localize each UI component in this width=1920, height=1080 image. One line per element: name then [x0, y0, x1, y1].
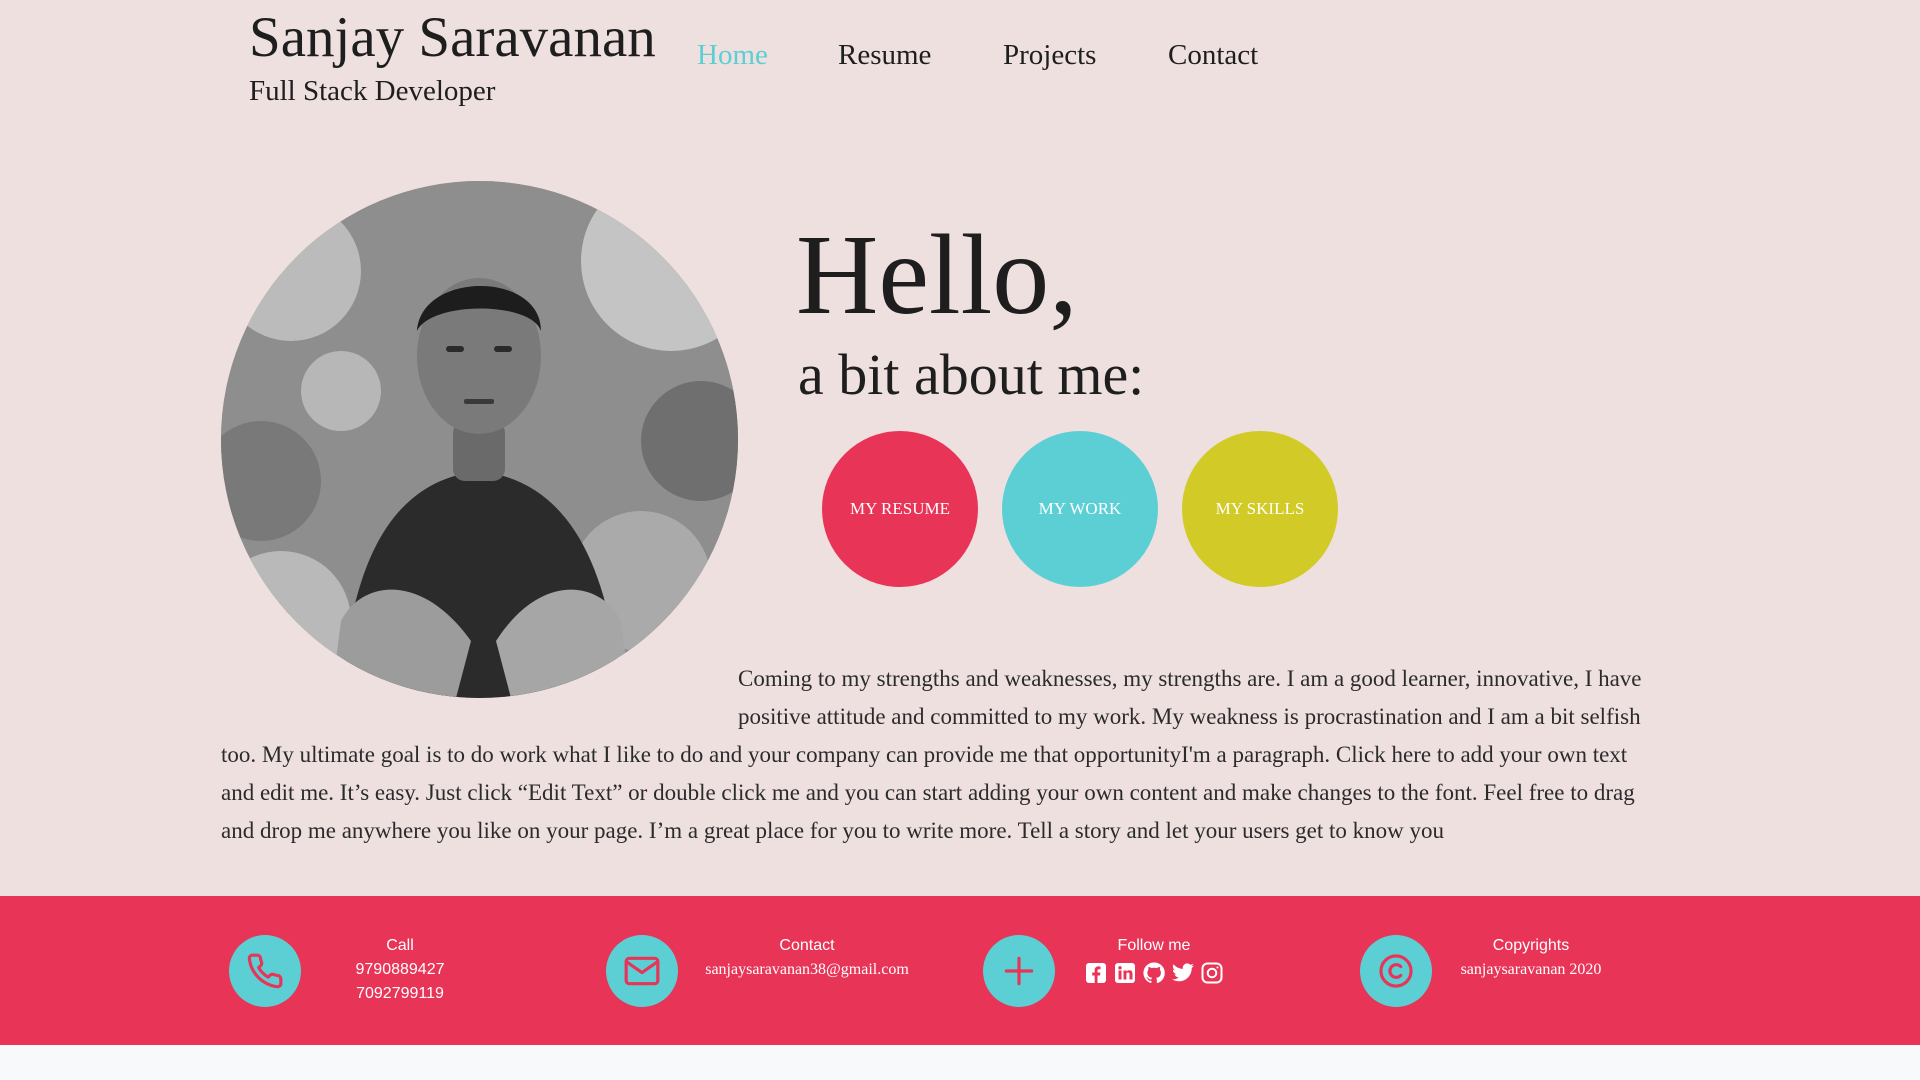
my-resume-button[interactable]: MY RESUME	[822, 431, 978, 587]
phone-number[interactable]: 9790889427	[270, 958, 530, 982]
hero-subheading: a bit about me:	[798, 342, 1145, 407]
site-tagline: Full Stack Developer	[249, 75, 496, 107]
footer-contact-title: Contact	[779, 937, 835, 954]
my-skills-button[interactable]: MY SKILLS	[1182, 431, 1338, 587]
profile-photo	[221, 181, 738, 698]
footer-follow: Follow me	[1024, 934, 1284, 986]
bio-line: and edit me. It’s easy. Just click “Edit…	[221, 780, 1635, 805]
linkedin-icon[interactable]	[1113, 960, 1137, 986]
nav-resume-link[interactable]: Resume	[838, 36, 931, 74]
bio-paragraph: Coming to my strengths and weaknesses, m…	[221, 660, 1701, 850]
page: Sanjay Saravanan Full Stack Developer Ho…	[0, 0, 1920, 896]
nav-projects-link[interactable]: Projects	[1003, 36, 1096, 74]
footer-copyright: Copyrights sanjaysaravanan 2020	[1401, 934, 1661, 982]
copyright-text: sanjaysaravanan 2020	[1460, 961, 1602, 978]
facebook-icon[interactable]	[1084, 960, 1108, 986]
bio-line: too. My ultimate goal is to do work what…	[221, 742, 1628, 767]
footer-follow-title: Follow me	[1117, 937, 1191, 954]
twitter-icon[interactable]	[1171, 960, 1195, 986]
nav-contact-link[interactable]: Contact	[1168, 36, 1258, 74]
phone-number[interactable]: 7092799119	[270, 982, 530, 1006]
bio-line: Coming to my strengths and weaknesses, m…	[738, 666, 1642, 691]
instagram-icon[interactable]	[1200, 960, 1224, 986]
my-work-button[interactable]: MY WORK	[1002, 431, 1158, 587]
github-icon[interactable]	[1142, 960, 1166, 986]
footer: Call 9790889427 7092799119 Contact sanja…	[0, 896, 1920, 1045]
social-links	[1024, 960, 1284, 986]
nav-home-link[interactable]: Home	[697, 36, 768, 74]
bio-line: and drop me anywhere you like on your pa…	[221, 818, 1444, 843]
footer-call: Call 9790889427 7092799119	[270, 934, 530, 1006]
bio-line: positive attitude and committed to my wo…	[738, 704, 1641, 729]
email-link[interactable]: sanjaysaravanan38@gmail.com	[677, 958, 937, 982]
footer-contact: Contact sanjaysaravanan38@gmail.com	[677, 934, 937, 982]
hero-greeting: Hello,	[796, 211, 1078, 338]
site-title: Sanjay Saravanan	[249, 6, 656, 69]
footer-copyright-title: Copyrights	[1492, 937, 1570, 954]
footer-call-title: Call	[386, 937, 414, 954]
mail-icon	[606, 935, 678, 1007]
